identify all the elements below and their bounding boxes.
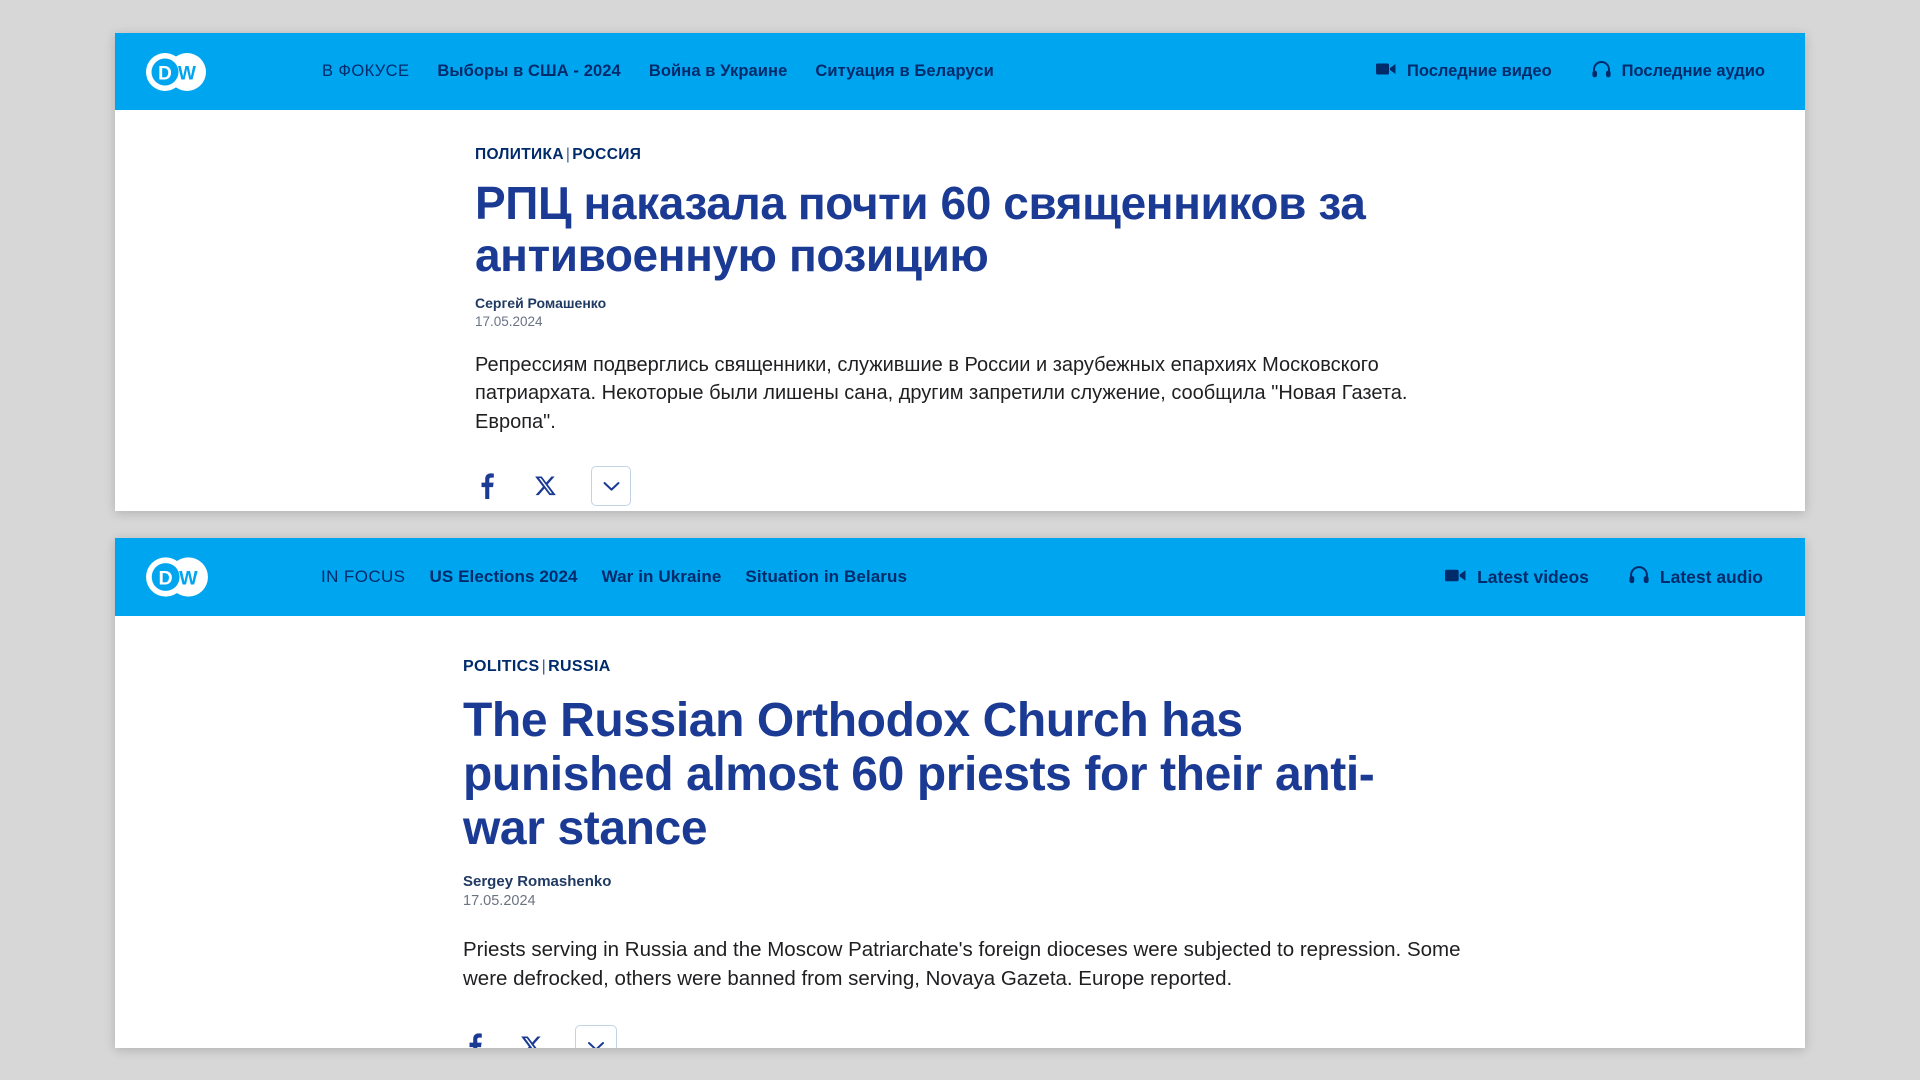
svg-text:D: D: [158, 63, 172, 84]
latest-audio-link[interactable]: Последние аудио: [1592, 60, 1765, 83]
article-headline-english: The Russian Orthodox Church has punished…: [463, 694, 1375, 855]
share-row-english: [463, 1025, 1473, 1048]
svg-text:D: D: [159, 568, 173, 590]
latest-videos-link[interactable]: Последние видео: [1375, 62, 1552, 81]
chevron-down-icon: [603, 481, 619, 491]
article-author-russian[interactable]: Сергей Ромашенко: [475, 295, 1485, 311]
svg-text:W: W: [179, 568, 198, 590]
primary-nav-english: IN FOCUS US Elections 2024 War in Ukrain…: [321, 567, 907, 587]
site-header-russian: D W В ФОКУСЕ Выборы в США - 2024 Война в…: [115, 33, 1805, 110]
kicker-separator: |: [541, 658, 547, 675]
facebook-share-icon[interactable]: [463, 1029, 487, 1048]
article-standfirst-english: Priests serving in Russia and the Moscow…: [463, 938, 1461, 991]
facebook-share-icon[interactable]: [475, 469, 499, 503]
article-english: POLITICS | RUSSIA The Russian Orthodox Chu…: [115, 616, 1805, 1048]
article-standfirst-russian: Репрессиям подверглись священники, служи…: [475, 354, 1408, 433]
latest-videos-label: Последние видео: [1406, 62, 1552, 80]
headphones-icon: [1629, 565, 1649, 589]
video-camera-icon: [1375, 62, 1396, 81]
nav-item-in-focus[interactable]: В ФОКУСЕ: [322, 62, 409, 81]
primary-nav-russian: В ФОКУСЕ Выборы в США - 2024 Война в Укр…: [322, 62, 994, 81]
svg-text:W: W: [178, 63, 196, 84]
article-panel-russian: D W В ФОКУСЕ Выборы в США - 2024 Война в…: [115, 33, 1805, 511]
more-share-options-button[interactable]: [591, 466, 631, 507]
article-kicker-russian: ПОЛИТИКА | РОССИЯ: [475, 146, 1485, 164]
article-kicker-english: POLITICS | RUSSIA: [463, 658, 1473, 676]
latest-audio-label: Последние аудио: [1621, 62, 1765, 80]
chevron-down-icon: [588, 1041, 604, 1048]
nav-item-us-elections[interactable]: US Elections 2024: [429, 567, 577, 587]
latest-audio-link[interactable]: Latest audio: [1629, 565, 1763, 589]
more-share-options-button[interactable]: [575, 1025, 617, 1048]
share-row-russian: [475, 466, 1485, 507]
nav-item-situation-in-belarus[interactable]: Ситуация в Беларуси: [815, 62, 993, 81]
kicker-category-russia[interactable]: РОССИЯ: [572, 146, 641, 163]
media-nav-russian: Последние видео Последние аудио: [1375, 60, 1775, 83]
nav-item-war-in-ukraine[interactable]: War in Ukraine: [602, 567, 722, 587]
latest-videos-link[interactable]: Latest videos: [1445, 567, 1589, 588]
kicker-category-politics[interactable]: POLITICS: [463, 658, 540, 675]
headphones-icon: [1592, 60, 1611, 83]
nav-item-in-focus[interactable]: IN FOCUS: [321, 567, 405, 587]
article-date-english: 17.05.2024: [463, 893, 536, 910]
kicker-category-russia[interactable]: RUSSIA: [548, 658, 611, 675]
dw-logo[interactable]: D W: [145, 41, 207, 103]
nav-item-situation-in-belarus[interactable]: Situation in Belarus: [745, 567, 907, 587]
dw-logo[interactable]: D W: [145, 545, 209, 609]
article-panel-english: D W IN FOCUS US Elections 2024 War in Uk…: [115, 538, 1805, 1048]
nav-item-war-in-ukraine[interactable]: Война в Украине: [649, 62, 788, 81]
kicker-category-politics[interactable]: ПОЛИТИКА: [475, 146, 564, 163]
latest-audio-label: Latest audio: [1659, 566, 1763, 587]
article-headline-russian: РПЦ наказала почти 60 священников за ант…: [475, 177, 1366, 281]
latest-videos-label: Latest videos: [1477, 566, 1589, 587]
x-twitter-share-icon[interactable]: [531, 469, 559, 503]
x-twitter-share-icon[interactable]: [517, 1029, 545, 1048]
article-author-english[interactable]: Sergey Romashenko: [463, 873, 1473, 890]
media-nav-english: Latest videos Latest audio: [1445, 565, 1775, 589]
article-date-russian: 17.05.2024: [475, 314, 543, 330]
article-russian: ПОЛИТИКА | РОССИЯ РПЦ наказала почти 60 св…: [115, 110, 1805, 507]
site-header-english: D W IN FOCUS US Elections 2024 War in Uk…: [115, 538, 1805, 616]
nav-item-us-elections[interactable]: Выборы в США - 2024: [437, 62, 620, 81]
video-camera-icon: [1445, 567, 1466, 588]
